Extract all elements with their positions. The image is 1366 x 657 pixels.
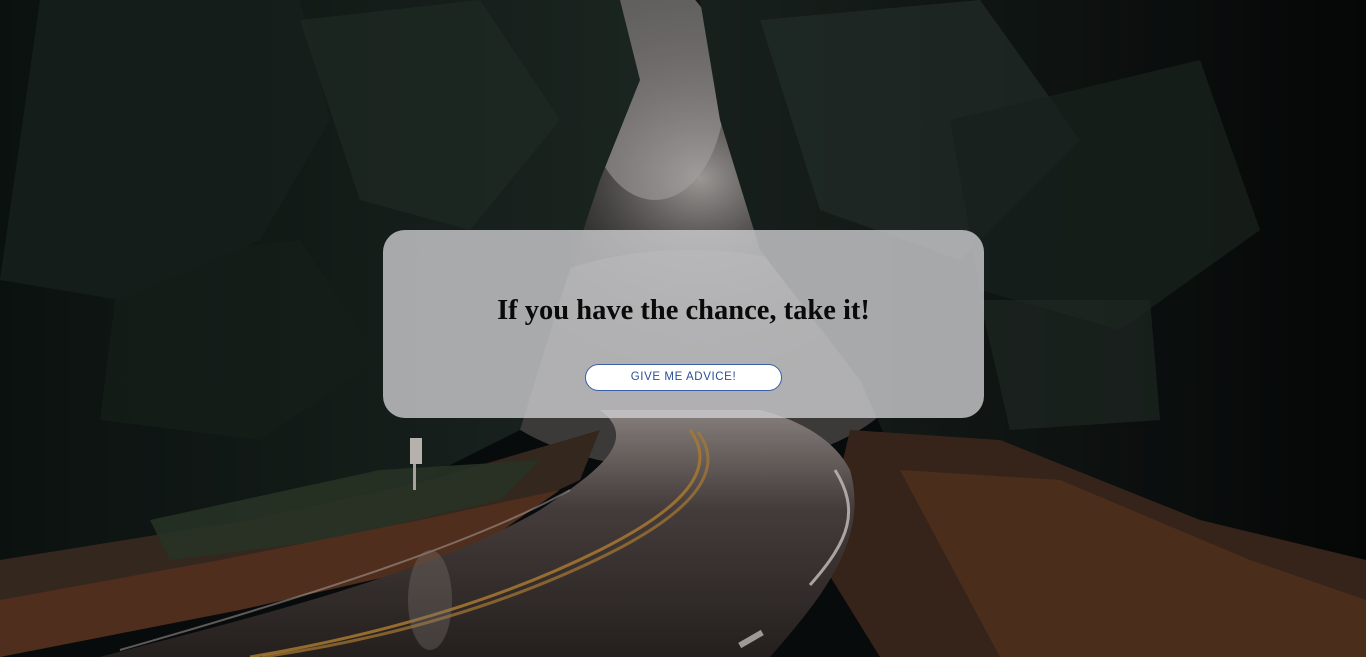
- advice-text: If you have the chance, take it!: [497, 295, 870, 326]
- advice-card: If you have the chance, take it! GIVE ME…: [383, 230, 984, 418]
- give-advice-button[interactable]: GIVE ME ADVICE!: [585, 364, 782, 391]
